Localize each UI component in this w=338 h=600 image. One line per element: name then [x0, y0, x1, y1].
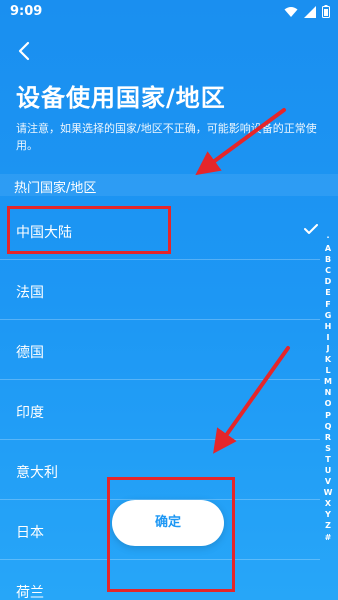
alphabet-index-letter[interactable]: I: [327, 332, 330, 343]
alphabet-index-letter[interactable]: ·: [326, 232, 329, 243]
alphabet-index-letter[interactable]: V: [325, 476, 331, 487]
annotation-box-confirm: [107, 477, 235, 592]
alphabet-index-letter[interactable]: F: [325, 299, 330, 310]
country-item-france[interactable]: 法国: [0, 260, 320, 320]
section-label: 热门国家/地区: [14, 181, 97, 196]
country-label: 日本: [16, 525, 44, 541]
country-item-india[interactable]: 印度: [0, 380, 320, 440]
back-icon[interactable]: [14, 40, 36, 62]
alphabet-index-letter[interactable]: Q: [325, 421, 332, 432]
alphabet-index-letter[interactable]: J: [327, 343, 330, 354]
annotation-box-selected: [7, 206, 171, 254]
alphabet-index-letter[interactable]: U: [325, 465, 332, 476]
country-label: 德国: [16, 345, 44, 361]
country-label: 印度: [16, 405, 44, 421]
country-item-germany[interactable]: 德国: [0, 320, 320, 380]
alphabet-index-letter[interactable]: #: [325, 532, 332, 543]
alphabet-index-letter[interactable]: C: [325, 265, 331, 276]
alphabet-index-letter[interactable]: X: [325, 498, 331, 509]
alphabet-index-letter[interactable]: E: [325, 287, 330, 298]
checkmark-icon: [304, 224, 318, 234]
alphabet-index[interactable]: · A B C D E F G H I J K L M N O P Q R S T U V W X Y Z #: [322, 232, 334, 543]
alphabet-index-letter[interactable]: Z: [325, 520, 331, 531]
alphabet-index-letter[interactable]: N: [325, 387, 332, 398]
alphabet-index-letter[interactable]: P: [325, 410, 331, 421]
status-icons: [284, 5, 330, 18]
alphabet-index-letter[interactable]: M: [324, 376, 332, 387]
country-label: 意大利: [16, 465, 58, 481]
alphabet-index-letter[interactable]: B: [325, 254, 331, 265]
alphabet-index-letter[interactable]: W: [324, 487, 333, 498]
alphabet-index-letter[interactable]: R: [325, 432, 331, 443]
alphabet-index-letter[interactable]: S: [325, 443, 331, 454]
status-time: 9:09: [10, 4, 43, 19]
alphabet-index-letter[interactable]: A: [325, 243, 331, 254]
battery-icon: [322, 5, 330, 18]
wifi-icon: [284, 6, 298, 17]
status-bar: 9:09: [0, 0, 338, 24]
page-title: 设备使用国家/地区: [16, 84, 226, 112]
signal-icon: [304, 5, 316, 18]
country-label: 法国: [16, 285, 44, 301]
alphabet-index-letter[interactable]: L: [325, 365, 330, 376]
alphabet-index-letter[interactable]: D: [325, 276, 332, 287]
alphabet-index-letter[interactable]: G: [325, 310, 332, 321]
alphabet-index-letter[interactable]: O: [325, 398, 332, 409]
alphabet-index-letter[interactable]: H: [325, 321, 332, 332]
alphabet-index-letter[interactable]: Y: [325, 509, 331, 520]
alphabet-index-letter[interactable]: K: [325, 354, 331, 365]
notice-text: 请注意，如果选择的国家/地区不正确，可能影响设备的正常使用。: [16, 122, 317, 152]
alphabet-index-letter[interactable]: T: [325, 454, 330, 465]
section-header-popular: 热门国家/地区: [0, 174, 338, 196]
country-label: 荷兰: [16, 585, 44, 600]
